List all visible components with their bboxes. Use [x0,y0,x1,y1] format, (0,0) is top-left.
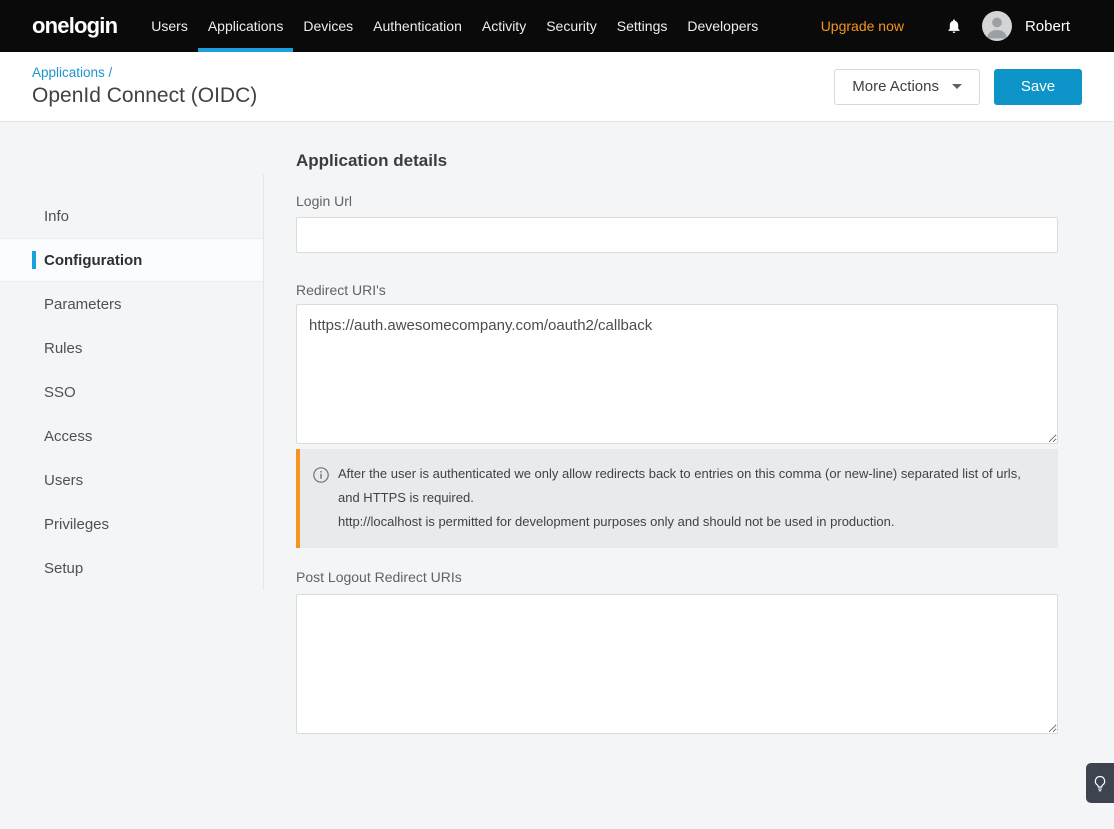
nav-item-activity[interactable]: Activity [472,0,536,52]
login-url-input[interactable] [296,217,1058,253]
avatar[interactable] [982,11,1012,41]
header-actions: More Actions Save [834,69,1082,105]
sidebar-item-rules[interactable]: Rules [0,326,263,370]
info-note-text: After the user is authenticated we only … [338,462,1044,534]
top-navbar: onelogin Users Applications Devices Auth… [0,0,1114,52]
more-actions-label: More Actions [852,78,939,95]
info-note-line1: After the user is authenticated we only … [338,462,1044,510]
info-note-line2: http://localhost is permitted for develo… [338,510,1044,534]
sidebar-item-users[interactable]: Users [0,458,263,502]
content: Info Configuration Parameters Rules SSO … [0,122,1114,828]
sidebar: Info Configuration Parameters Rules SSO … [0,122,264,828]
lightbulb-icon [1093,774,1107,793]
sidebar-item-access[interactable]: Access [0,414,263,458]
page-title: OpenId Connect (OIDC) [32,84,257,107]
page-header: Applications / OpenId Connect (OIDC) Mor… [0,52,1114,122]
nav-item-authentication[interactable]: Authentication [363,0,472,52]
post-logout-redirect-uris-label: Post Logout Redirect URIs [296,569,1058,585]
sidebar-item-privileges[interactable]: Privileges [0,502,263,546]
nav-item-users[interactable]: Users [141,0,198,52]
help-button[interactable] [1086,763,1114,803]
bell-icon[interactable] [946,17,962,35]
redirect-uris-textarea[interactable]: https://auth.awesomecompany.com/oauth2/c… [296,304,1058,444]
sidebar-item-parameters[interactable]: Parameters [0,282,263,326]
username[interactable]: Robert [1025,18,1070,35]
nav-item-devices[interactable]: Devices [293,0,363,52]
save-button[interactable]: Save [994,69,1082,105]
onelogin-logo[interactable]: onelogin [32,0,117,52]
login-url-label: Login Url [296,193,1058,209]
section-title: Application details [296,151,1058,171]
chevron-down-icon [952,84,962,89]
main-panel: Application details Login Url Redirect U… [264,122,1114,828]
main-nav: Users Applications Devices Authenticatio… [141,0,768,52]
nav-item-security[interactable]: Security [536,0,607,52]
sidebar-item-sso[interactable]: SSO [0,370,263,414]
more-actions-button[interactable]: More Actions [834,69,980,105]
navbar-right: Upgrade now Robert [821,0,1070,52]
sidebar-item-configuration[interactable]: Configuration [0,238,263,282]
redirect-uris-info-note: After the user is authenticated we only … [296,449,1058,548]
breadcrumb[interactable]: Applications / [32,65,257,80]
nav-item-settings[interactable]: Settings [607,0,678,52]
upgrade-now-link[interactable]: Upgrade now [821,18,904,34]
redirect-uris-label: Redirect URI's [296,282,1058,298]
nav-item-developers[interactable]: Developers [677,0,768,52]
sidebar-item-info[interactable]: Info [0,194,263,238]
post-logout-redirect-uris-textarea[interactable] [296,594,1058,734]
page-header-titles: Applications / OpenId Connect (OIDC) [32,65,257,107]
nav-item-applications[interactable]: Applications [198,0,294,52]
info-icon [313,467,329,534]
app-section-nav: Info Configuration Parameters Rules SSO … [0,174,264,590]
sidebar-item-setup[interactable]: Setup [0,546,263,590]
